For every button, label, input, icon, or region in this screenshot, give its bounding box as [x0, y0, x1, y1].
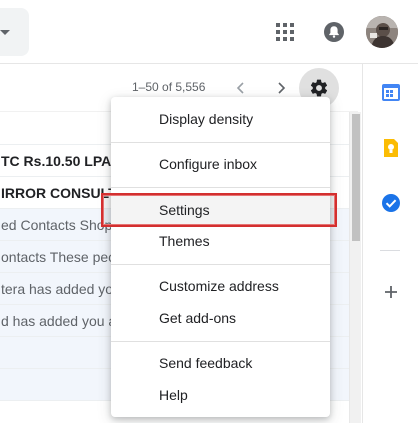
scrollbar-thumb[interactable] — [352, 114, 360, 241]
menu-item-label: Themes — [159, 233, 210, 249]
menu-item-display-density[interactable]: Display density — [111, 103, 330, 135]
top-bar — [0, 0, 418, 64]
calendar-icon[interactable] — [381, 82, 401, 102]
caret-down-icon[interactable] — [0, 30, 10, 35]
menu-item-label: Customize address — [159, 278, 279, 294]
menu-divider — [111, 187, 330, 188]
menu-item-label: Configure inbox — [159, 156, 258, 172]
chevron-right-icon[interactable] — [271, 78, 291, 98]
settings-highlight-box — [101, 193, 337, 227]
menu-item-label: Help — [159, 387, 188, 403]
keep-icon[interactable] — [383, 138, 403, 158]
menu-item-label: Display density — [159, 111, 254, 127]
menu-divider — [111, 142, 330, 143]
menu-item-send-feedback[interactable]: Send feedback — [111, 347, 330, 379]
menu-divider — [111, 264, 330, 265]
tasks-icon[interactable] — [381, 193, 401, 213]
settings-menu: Display density Configure inbox Settings… — [111, 97, 330, 417]
menu-divider — [111, 341, 330, 342]
mail-row-text: tera has added yo — [1, 281, 114, 297]
notifications-icon[interactable] — [323, 21, 345, 43]
account-avatar[interactable] — [366, 16, 398, 48]
side-panel-divider — [380, 250, 400, 251]
mail-row-text: ed Contacts Shop — [1, 217, 113, 233]
mail-row-text: d has added you a — [1, 313, 117, 329]
chevron-left-icon[interactable] — [231, 78, 251, 98]
menu-item-configure-inbox[interactable]: Configure inbox — [111, 148, 330, 180]
menu-item-label: Get add-ons — [159, 310, 237, 326]
menu-item-label: Send feedback — [159, 355, 253, 371]
mail-row-text: ontacts These peo — [1, 249, 116, 265]
gear-icon[interactable] — [309, 78, 329, 98]
apps-grid-icon[interactable] — [276, 23, 294, 41]
search-options-dropdown[interactable] — [0, 8, 29, 56]
menu-item-themes[interactable]: Themes — [111, 225, 330, 257]
plus-icon[interactable] — [381, 282, 401, 302]
mail-row-text: TC Rs.10.50 LPA - — [1, 153, 120, 169]
menu-item-help[interactable]: Help — [111, 379, 330, 411]
menu-item-customize-address[interactable]: Customize address — [111, 270, 330, 302]
pagination-text: 1–50 of 5,556 — [132, 80, 206, 94]
menu-item-get-addons[interactable]: Get add-ons — [111, 302, 330, 334]
side-panel — [362, 64, 418, 423]
